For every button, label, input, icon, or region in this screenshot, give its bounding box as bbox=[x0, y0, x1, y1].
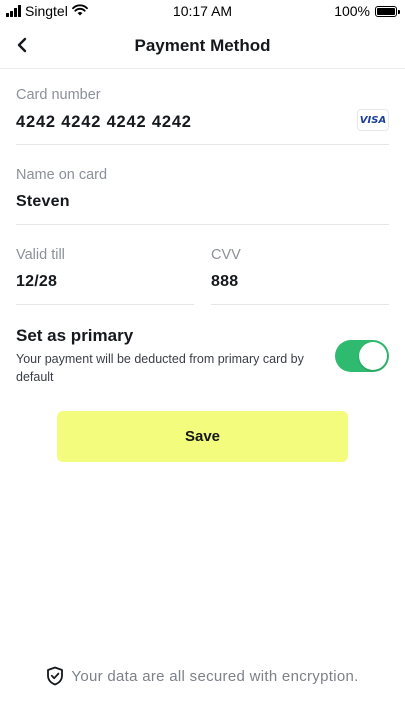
name-on-card-input[interactable]: Steven bbox=[16, 193, 70, 211]
valid-till-label: Valid till bbox=[16, 247, 65, 263]
card-number-underline bbox=[16, 144, 389, 145]
card-number-input[interactable]: 4242 4242 4242 4242 bbox=[16, 113, 192, 132]
cvv-input[interactable]: 888 bbox=[211, 273, 238, 291]
cvv-field[interactable]: CVV 888 bbox=[211, 247, 389, 305]
status-right: 100% bbox=[334, 3, 400, 19]
set-primary-description: Your payment will be deducted from prima… bbox=[16, 352, 304, 384]
set-primary-section: Set as primary Your payment will be dedu… bbox=[16, 322, 389, 386]
name-on-card-field[interactable]: Name on card Steven bbox=[16, 167, 389, 225]
battery-icon bbox=[375, 5, 400, 17]
name-on-card-underline bbox=[16, 224, 389, 225]
navigation-bar: Payment Method bbox=[0, 22, 405, 69]
valid-till-underline bbox=[16, 304, 194, 305]
cvv-underline bbox=[211, 304, 389, 305]
page-title: Payment Method bbox=[134, 36, 271, 55]
shield-check-icon bbox=[46, 666, 64, 686]
card-number-field[interactable]: Card number 4242 4242 4242 4242 VISA bbox=[16, 87, 389, 145]
security-note-text: Your data are all secured with encryptio… bbox=[71, 667, 359, 685]
valid-till-input[interactable]: 12/28 bbox=[16, 273, 57, 291]
visa-card-icon: VISA bbox=[357, 109, 389, 131]
set-primary-title: Set as primary bbox=[16, 326, 134, 345]
toggle-knob bbox=[359, 342, 387, 370]
set-primary-toggle[interactable] bbox=[335, 340, 389, 372]
status-bar: Singtel 10:17 AM 100% bbox=[0, 0, 405, 22]
save-button[interactable]: Save bbox=[57, 411, 348, 462]
cvv-label: CVV bbox=[211, 247, 241, 263]
card-number-label: Card number bbox=[16, 87, 101, 103]
name-on-card-label: Name on card bbox=[16, 167, 108, 183]
valid-till-field[interactable]: Valid till 12/28 bbox=[16, 247, 194, 305]
battery-percentage: 100% bbox=[334, 3, 370, 19]
security-note: Your data are all secured with encryptio… bbox=[0, 666, 405, 686]
